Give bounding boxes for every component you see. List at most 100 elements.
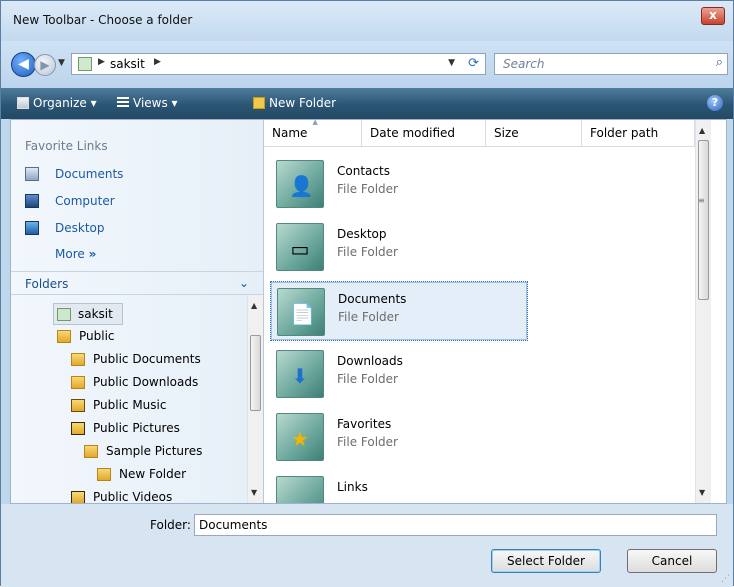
address-bar[interactable]: ▶ saksit ▶ ▼ ⟳ xyxy=(71,53,486,75)
column-header-row: Name ▲ Date modified Size Folder path xyxy=(264,118,711,147)
pictures-folder-icon xyxy=(71,422,85,435)
tree-node-public-videos[interactable]: Public Videos xyxy=(71,487,247,503)
breadcrumb-arrow-icon[interactable]: ▶ xyxy=(98,57,105,67)
file-list-pane: Name ▲ Date modified Size Folder path 👤 … xyxy=(264,118,711,503)
tree-node-label: Public Music xyxy=(93,398,167,412)
file-item-desktop[interactable]: ▭ Desktop File Folder xyxy=(270,217,528,277)
views-button[interactable]: Views ▾ xyxy=(117,96,178,110)
contacts-folder-icon: 👤 xyxy=(276,160,324,208)
views-label: Views xyxy=(133,96,168,110)
scroll-grip-icon: ≡ xyxy=(698,196,705,205)
file-type: File Folder xyxy=(338,310,399,324)
tree-node-label: Sample Pictures xyxy=(106,444,203,458)
music-folder-icon xyxy=(71,399,85,412)
tree-node-label: Public Documents xyxy=(93,352,201,366)
breadcrumb-item[interactable]: saksit xyxy=(110,57,145,71)
tree-node-label: Public Downloads xyxy=(93,375,199,389)
file-type: File Folder xyxy=(337,372,398,386)
tree-node-sample-pictures[interactable]: Sample Pictures xyxy=(84,441,247,463)
forward-button[interactable]: ▶ xyxy=(34,54,56,76)
select-folder-button[interactable]: Select Folder xyxy=(491,549,601,573)
more-label: More xyxy=(55,247,85,261)
column-label: Folder path xyxy=(590,126,659,140)
tree-node-saksit[interactable]: saksit xyxy=(53,303,123,325)
column-size[interactable]: Size xyxy=(486,120,582,146)
file-item-links[interactable]: Links xyxy=(270,470,528,503)
sort-ascending-icon: ▲ xyxy=(312,118,318,126)
address-dropdown-icon[interactable]: ▼ xyxy=(448,58,455,68)
more-links-button[interactable]: More » xyxy=(55,247,96,261)
address-row: ◀ ▶ ▼ ▶ saksit ▶ ▼ ⟳ Search ⌕ xyxy=(1,41,733,88)
tree-node-public-pictures[interactable]: Public Pictures xyxy=(71,418,247,440)
scroll-down-icon[interactable]: ▼ xyxy=(251,488,257,497)
back-button[interactable]: ◀ xyxy=(11,52,36,77)
folder-icon xyxy=(71,353,85,366)
search-input[interactable]: Search ⌕ xyxy=(494,53,728,75)
views-icon xyxy=(117,97,129,109)
folders-title: Folders xyxy=(25,277,69,291)
refresh-icon[interactable]: ⟳ xyxy=(468,56,479,71)
favorite-link-label: Desktop xyxy=(55,221,105,235)
column-name[interactable]: Name ▲ xyxy=(264,118,362,146)
file-list-scrollbar[interactable]: ▲ ≡ ▼ xyxy=(695,120,711,503)
window-title: New Toolbar - Choose a folder xyxy=(13,13,193,27)
folders-header[interactable]: Folders ⌄ xyxy=(11,271,263,295)
videos-folder-icon xyxy=(71,491,85,503)
organize-icon xyxy=(17,97,29,109)
links-folder-icon xyxy=(276,476,324,503)
tree-node-new-folder[interactable]: New Folder xyxy=(97,464,247,486)
double-chevron-icon: » xyxy=(88,247,97,261)
favorite-links-title: Favorite Links xyxy=(25,139,108,153)
cancel-button[interactable]: Cancel xyxy=(627,549,717,573)
column-label: Date modified xyxy=(370,126,456,140)
user-folder-icon xyxy=(57,308,71,321)
folder-tree-scrollbar[interactable]: ▲ ▼ xyxy=(247,295,263,503)
tree-node-public-downloads[interactable]: Public Downloads xyxy=(71,372,247,394)
close-button[interactable]: x xyxy=(701,7,725,25)
scrollbar-thumb[interactable] xyxy=(698,140,709,300)
navigation-pane: Favorite Links Documents Computer Deskto… xyxy=(11,120,264,503)
new-folder-label: New Folder xyxy=(269,96,337,110)
scroll-up-icon[interactable]: ▲ xyxy=(251,301,257,310)
scroll-down-icon[interactable]: ▼ xyxy=(699,488,705,497)
folder-tree: saksit Public Public Documents Public Do… xyxy=(11,295,247,503)
file-item-documents[interactable]: 📄 Documents File Folder xyxy=(270,281,528,341)
folder-label: Folder: xyxy=(150,518,191,532)
scrollbar-thumb[interactable] xyxy=(250,335,261,411)
folder-icon xyxy=(57,330,71,343)
file-item-contacts[interactable]: 👤 Contacts File Folder xyxy=(270,154,528,214)
file-name: Contacts xyxy=(337,164,390,178)
file-item-favorites[interactable]: ★ Favorites File Folder xyxy=(270,407,528,467)
folder-field[interactable]: Documents xyxy=(194,514,717,536)
new-folder-icon xyxy=(253,97,265,109)
dialog-window: New Toolbar - Choose a folder x ◀ ▶ ▼ ▶ … xyxy=(0,0,734,587)
breadcrumb-arrow-icon[interactable]: ▶ xyxy=(154,57,161,67)
command-toolbar: Organize ▾ Views ▾ New Folder ? xyxy=(1,88,733,119)
file-type: File Folder xyxy=(337,435,398,449)
folder-icon xyxy=(71,376,85,389)
column-label: Name xyxy=(272,126,308,140)
tree-node-label: New Folder xyxy=(119,467,187,481)
file-item-downloads[interactable]: ⬇ Downloads File Folder xyxy=(270,344,528,404)
search-icon[interactable]: ⌕ xyxy=(716,55,723,70)
recent-pages-dropdown-icon[interactable]: ▼ xyxy=(58,58,65,68)
resize-grip-icon[interactable]: ⋰ xyxy=(721,574,730,584)
file-name: Favorites xyxy=(337,417,392,431)
downloads-folder-icon: ⬇ xyxy=(276,350,324,398)
column-label: Size xyxy=(494,126,519,140)
favorite-link-label: Computer xyxy=(55,194,115,208)
scroll-up-icon[interactable]: ▲ xyxy=(699,126,705,135)
computer-icon xyxy=(25,194,39,208)
tree-node-label: saksit xyxy=(78,307,113,321)
organize-button[interactable]: Organize ▾ xyxy=(17,96,97,110)
tree-node-public[interactable]: Public xyxy=(57,326,237,348)
help-icon[interactable]: ? xyxy=(707,95,723,111)
new-folder-button[interactable]: New Folder xyxy=(253,96,336,110)
chevron-down-icon[interactable]: ⌄ xyxy=(239,276,249,290)
organize-label: Organize xyxy=(33,96,87,110)
column-folder-path[interactable]: Folder path xyxy=(582,120,695,146)
tree-node-public-documents[interactable]: Public Documents xyxy=(71,349,247,371)
file-name: Documents xyxy=(338,292,407,306)
column-date-modified[interactable]: Date modified xyxy=(362,120,486,146)
tree-node-public-music[interactable]: Public Music xyxy=(71,395,247,417)
